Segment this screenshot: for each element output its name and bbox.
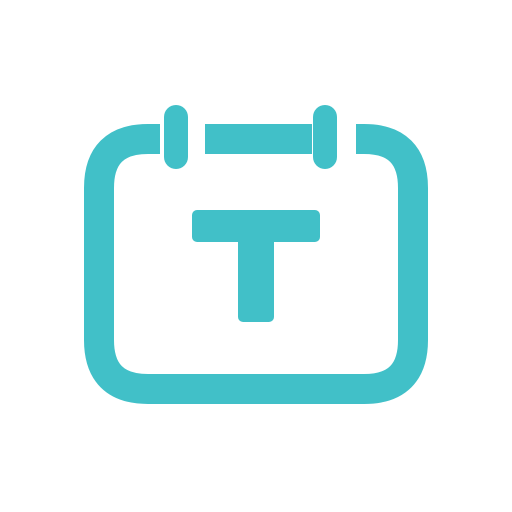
calendar-t-icon: [84, 105, 428, 404]
app-logo: [0, 0, 512, 512]
letter-t-glyph: [192, 210, 320, 322]
